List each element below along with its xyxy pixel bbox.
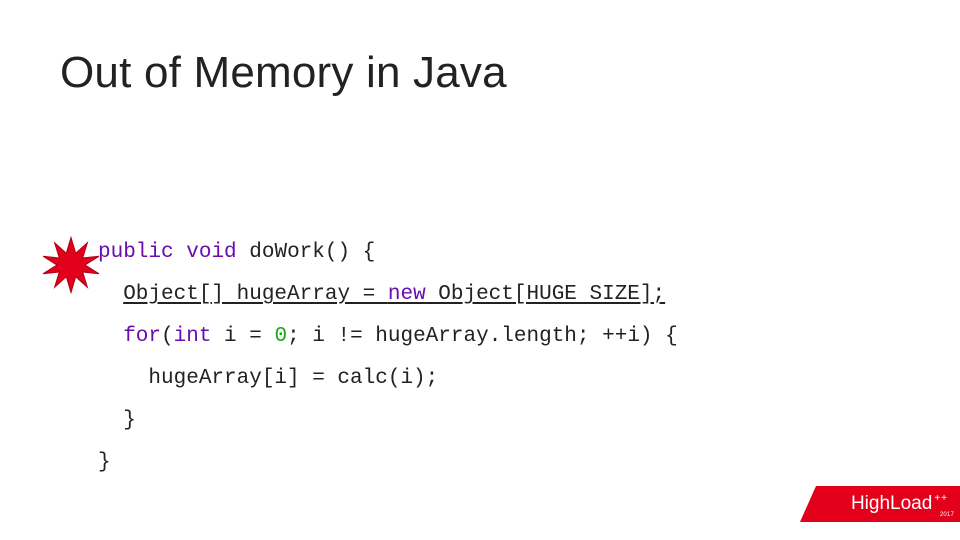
code-line-2: Object[] hugeArray = new Object[HUGE SIZ…: [98, 283, 665, 306]
brand-text: HighLoad++: [851, 486, 948, 522]
keyword-public: public: [98, 241, 174, 264]
brand-plus: ++: [934, 493, 948, 504]
slide: Out of Memory in Java public void doWork…: [0, 0, 960, 540]
code-line-5: }: [98, 409, 136, 432]
close-brace-outer: }: [98, 451, 111, 474]
keyword-for: for: [123, 325, 161, 348]
brand-part-a: High: [851, 493, 890, 515]
highlighted-line: Object[] hugeArray = new Object[HUGE SIZ…: [123, 283, 665, 306]
keyword-void: void: [186, 241, 236, 264]
code-block: public void doWork() { Object[] hugeArra…: [98, 190, 678, 484]
code-line-4: hugeArray[i] = calc(i);: [98, 367, 438, 390]
seg: Object[] hugeArray =: [123, 283, 388, 306]
fn-decl: doWork() {: [249, 241, 375, 264]
brand-part-b: Load: [890, 493, 932, 515]
explosion-icon: [42, 236, 100, 294]
seg: ; i != hugeArray.length; ++i) {: [287, 325, 678, 348]
conference-badge: HighLoad++ 2017: [800, 486, 960, 522]
keyword-new: new: [388, 283, 426, 306]
code-line-1: public void doWork() {: [98, 241, 375, 264]
seg: i =: [211, 325, 274, 348]
seg: (: [161, 325, 174, 348]
close-brace-inner: }: [123, 409, 136, 432]
slide-title: Out of Memory in Java: [60, 48, 507, 98]
seg: Object[HUGE SIZE];: [426, 283, 665, 306]
code-line-6: }: [98, 451, 111, 474]
literal-zero: 0: [274, 325, 287, 348]
seg: hugeArray[i] = calc(i);: [148, 367, 438, 390]
brand-year: 2017: [940, 512, 954, 518]
code-line-3: for(int i = 0; i != hugeArray.length; ++…: [98, 325, 678, 348]
keyword-int: int: [174, 325, 212, 348]
